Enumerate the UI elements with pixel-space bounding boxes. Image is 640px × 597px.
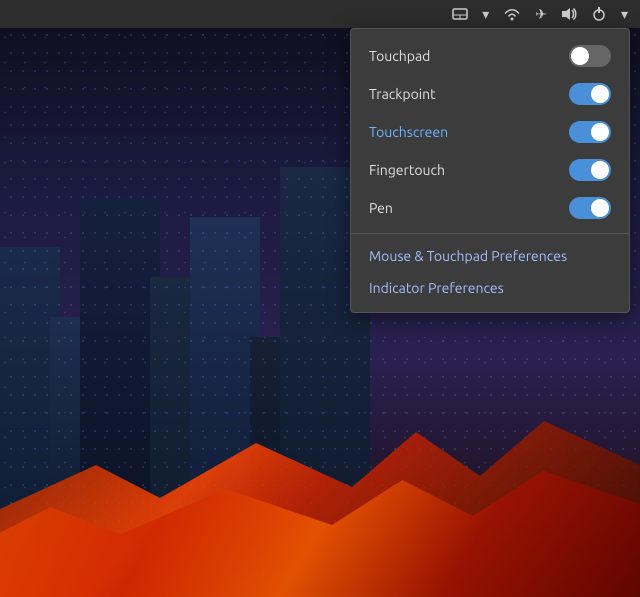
chevron-down-icon: ▾ <box>482 6 489 23</box>
touchpad-label: Touchpad <box>369 48 430 64</box>
menu-divider <box>351 233 629 234</box>
topbar: ▾ ✈ ▾ <box>0 0 640 28</box>
pen-item[interactable]: Pen <box>351 189 629 227</box>
touchscreen-item[interactable]: Touchscreen <box>351 113 629 151</box>
fingertouch-label: Fingertouch <box>369 162 445 178</box>
mouse-prefs-link[interactable]: Mouse & Touchpad Preferences <box>351 240 629 272</box>
input-indicator-dropdown: Touchpad Trackpoint Touchscreen Fingerto… <box>350 28 630 313</box>
trackpoint-item[interactable]: Trackpoint <box>351 75 629 113</box>
network-icon[interactable] <box>499 5 525 23</box>
touchscreen-label: Touchscreen <box>369 124 448 140</box>
chevron-down-icon: ▾ <box>621 6 628 23</box>
touchpad-toggle[interactable] <box>569 45 611 67</box>
fingertouch-toggle[interactable] <box>569 159 611 181</box>
dropdown-arrow-input[interactable]: ▾ <box>478 4 493 25</box>
power-icon[interactable] <box>587 4 611 24</box>
trackpoint-toggle[interactable] <box>569 83 611 105</box>
pen-toggle[interactable] <box>569 197 611 219</box>
power-dropdown-arrow[interactable]: ▾ <box>617 4 632 25</box>
pen-label: Pen <box>369 200 393 216</box>
fingertouch-item[interactable]: Fingertouch <box>351 151 629 189</box>
input-icon[interactable] <box>448 4 472 24</box>
indicator-prefs-link[interactable]: Indicator Preferences <box>351 272 629 304</box>
airplane-icon[interactable]: ✈ <box>531 4 551 25</box>
touchpad-item[interactable]: Touchpad <box>351 37 629 75</box>
sound-icon[interactable] <box>557 5 581 23</box>
touchscreen-toggle[interactable] <box>569 121 611 143</box>
trackpoint-label: Trackpoint <box>369 86 436 102</box>
